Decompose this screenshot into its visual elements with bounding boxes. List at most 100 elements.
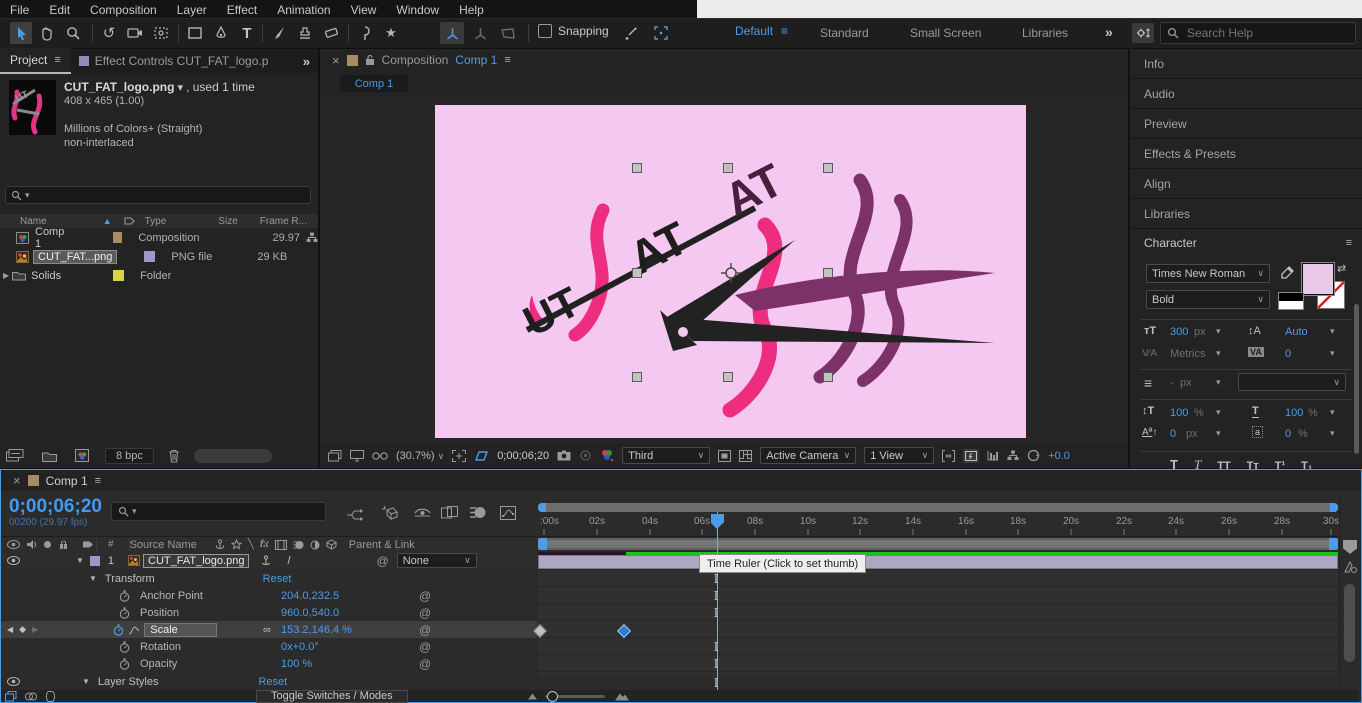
video-column-icon[interactable] — [7, 540, 20, 549]
property-name[interactable]: Position — [140, 607, 179, 619]
roi-icon[interactable] — [452, 449, 467, 462]
work-area-start-handle[interactable] — [538, 538, 547, 550]
shape-tool-button[interactable] — [184, 22, 206, 44]
project-row-solids[interactable]: ▶ Solids Folder — [0, 266, 318, 285]
selection-handle[interactable] — [723, 163, 733, 173]
always-preview-icon[interactable] — [328, 449, 342, 462]
motion-blur-icon[interactable] — [469, 506, 486, 519]
workspace-settings-button[interactable] — [1132, 23, 1154, 43]
workspace-libraries-tab[interactable]: Libraries — [1022, 26, 1068, 40]
source-name-column-label[interactable]: Source Name — [130, 539, 197, 551]
scale-link-icon[interactable]: ∞ — [263, 624, 271, 636]
region-of-interest-icon[interactable] — [718, 449, 732, 462]
keyframe-next-icon[interactable]: ▶ — [32, 625, 38, 634]
stamp-tool-button[interactable] — [294, 22, 316, 44]
label-swatch[interactable] — [144, 251, 156, 262]
vertical-scale-value[interactable]: 100 — [1170, 407, 1188, 419]
shy-layers-icon[interactable] — [414, 508, 431, 519]
parent-link-column-label[interactable]: Parent & Link — [349, 539, 415, 551]
snapshot-icon[interactable] — [557, 450, 571, 461]
panel-audio[interactable]: Audio — [1130, 79, 1362, 108]
selection-handle[interactable] — [632, 163, 642, 173]
show-snapshot-icon[interactable] — [579, 450, 592, 461]
exposure-value[interactable]: +0.0 — [1048, 450, 1070, 462]
stopwatch-icon[interactable] — [119, 590, 130, 602]
panel-menu-icon[interactable]: ≡ — [1346, 237, 1352, 249]
flowchart-icon[interactable] — [306, 232, 318, 243]
swap-fill-stroke-icon[interactable]: ⇄ — [1337, 262, 1346, 275]
workspace-small-screen-tab[interactable]: Small Screen — [910, 26, 981, 40]
timeline-button-icon[interactable] — [987, 450, 999, 461]
timeline-zoom-slider[interactable] — [544, 690, 605, 702]
comp-marker-bin-icon[interactable] — [1343, 560, 1358, 574]
font-family-dropdown[interactable]: Times New Roman ∨ — [1146, 264, 1270, 283]
comp-subtab[interactable]: Comp 1 — [340, 75, 408, 92]
baseline-shift-value[interactable]: 0 — [1170, 428, 1176, 440]
tab-effect-controls[interactable]: Effect Controls CUT_FAT_logo.p — [71, 49, 277, 73]
column-frame-rate[interactable]: Frame R... — [260, 216, 307, 227]
property-name[interactable]: Anchor Point — [140, 590, 203, 602]
property-value[interactable]: 153.2,146.4 % — [281, 624, 352, 636]
frame-blending-icon[interactable] — [441, 506, 458, 520]
zoom-out-mountain-icon[interactable] — [527, 693, 537, 700]
panel-libraries[interactable]: Libraries — [1130, 199, 1362, 228]
parent-pickwhip-icon[interactable]: @ — [377, 554, 389, 568]
character-header[interactable]: Character ≡ — [1130, 229, 1362, 257]
expand-layers-button[interactable] — [5, 690, 17, 702]
keyframe-add-icon[interactable]: ◆ — [19, 624, 26, 635]
menu-window[interactable]: Window — [386, 3, 449, 17]
sort-asc-icon[interactable]: ▲ — [103, 216, 112, 226]
playhead-thumb[interactable] — [711, 514, 724, 523]
eraser-tool-button[interactable] — [320, 22, 342, 44]
project-row-comp1[interactable]: Comp 1 Composition 29.97 — [0, 226, 318, 250]
menu-layer[interactable]: Layer — [167, 3, 217, 17]
stopwatch-icon-active[interactable] — [113, 624, 124, 636]
property-row-rotation[interactable]: Rotation 0x+0.0° @ — [1, 638, 537, 655]
kerning-value[interactable]: Metrics — [1170, 348, 1205, 360]
tabs-overflow-icon[interactable]: » — [303, 54, 318, 69]
index-column-label[interactable]: # — [108, 539, 114, 550]
audio-column-icon[interactable] — [26, 539, 37, 550]
transform-label[interactable]: Transform — [105, 573, 155, 585]
draft-3d-icon[interactable] — [381, 505, 399, 521]
tsume-value[interactable]: 0 — [1285, 428, 1291, 440]
selection-handle[interactable] — [823, 372, 833, 382]
project-row-png[interactable]: CUT_FAT...png PNG file 29 KB — [0, 247, 318, 266]
comp-flowchart-icon[interactable] — [1007, 450, 1019, 461]
mask-expansion-button[interactable] — [650, 22, 672, 44]
graph-editor-icon[interactable] — [500, 506, 516, 520]
parent-dropdown[interactable]: None ∨ — [396, 553, 477, 568]
label-column-icon[interactable] — [124, 216, 135, 226]
zoom-tool-button[interactable] — [62, 22, 84, 44]
transparency-grid-icon[interactable] — [739, 449, 753, 462]
layer-styles-reset-link[interactable]: Reset — [258, 676, 287, 688]
layer-label-swatch[interactable] — [89, 555, 100, 566]
workspace-overflow-icon[interactable]: » — [1105, 24, 1113, 40]
close-panel-icon[interactable]: × — [13, 473, 21, 488]
mask-visibility-icon[interactable] — [474, 450, 489, 462]
footage-name-row[interactable]: CUT_FAT_logo.png ▾ , used 1 time — [64, 80, 255, 94]
pickwhip-icon[interactable]: @ — [419, 589, 431, 603]
menu-file[interactable]: File — [0, 3, 39, 17]
horizontal-scale-dropdown-icon[interactable]: ▾ — [1330, 407, 1335, 418]
search-options-icon[interactable]: ▾ — [25, 190, 30, 201]
selection-handle[interactable] — [723, 372, 733, 382]
glasses-icon[interactable] — [372, 451, 388, 461]
layer-source-name[interactable]: CUT_FAT_logo.png — [143, 553, 250, 568]
project-search-box[interactable]: ▾ — [5, 186, 311, 204]
stopwatch-icon[interactable] — [119, 641, 130, 653]
fast-previews-icon[interactable] — [963, 448, 980, 463]
panel-menu-icon[interactable]: ≡ — [95, 475, 101, 487]
menu-effect[interactable]: Effect — [217, 3, 267, 17]
pan-behind-tool-button[interactable] — [150, 22, 172, 44]
layer-styles-label[interactable]: Layer Styles — [98, 676, 159, 688]
footage-name-dropdown-icon[interactable]: ▾ — [178, 82, 184, 94]
navigator-start-handle[interactable] — [538, 503, 546, 512]
type-tool-button[interactable]: T — [236, 22, 258, 44]
snapping-control[interactable]: Snapping — [538, 24, 609, 38]
comp-marker-button[interactable] — [1343, 540, 1357, 554]
comp-timecode[interactable]: 0;00;06;20 — [497, 450, 549, 462]
zoom-slider-knob[interactable] — [546, 690, 558, 702]
work-area-end-handle[interactable] — [1329, 538, 1338, 550]
search-options-icon[interactable]: ▾ — [132, 506, 137, 517]
